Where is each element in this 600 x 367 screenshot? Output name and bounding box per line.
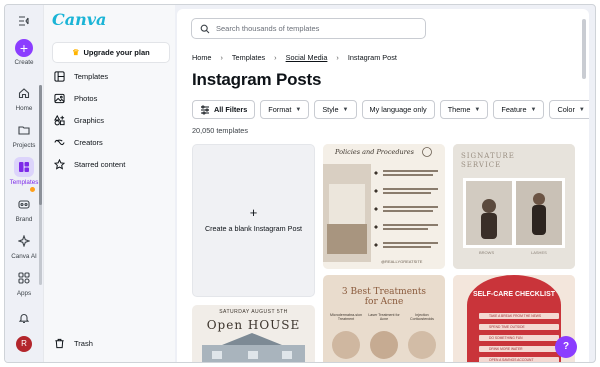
home-icon <box>14 83 34 103</box>
create-blank-card[interactable]: + Create a blank Instagram Post <box>192 144 315 297</box>
template-card-signature-service[interactable]: SIGNATURE SERVICE BROWS LASHES <box>453 144 575 269</box>
chevron-right-icon: › <box>274 53 277 62</box>
crown-icon: ♛ <box>72 48 80 57</box>
plus-icon: + <box>249 205 258 220</box>
rail-apps[interactable]: Apps <box>5 268 43 297</box>
template-thumbnail <box>332 331 436 359</box>
bell-icon <box>14 308 34 328</box>
search-input[interactable]: Search thousands of templates <box>191 18 426 39</box>
breadcrumb-templates[interactable]: Templates <box>232 53 265 62</box>
upgrade-plan-button[interactable]: ♛ Upgrade your plan <box>52 42 170 63</box>
rail-home[interactable]: Home <box>5 83 43 112</box>
rail-canva-ai[interactable]: Canva AI <box>5 231 43 260</box>
rail-templates[interactable]: Templates <box>5 157 43 186</box>
main-scrollbar[interactable] <box>582 19 586 79</box>
search-icon <box>200 24 210 33</box>
photo-icon <box>54 93 65 103</box>
create-button[interactable]: + Create <box>5 39 43 66</box>
theme-filter[interactable]: Theme ▼ <box>439 100 489 119</box>
plus-icon: + <box>15 39 33 57</box>
sidebar-item-creators[interactable]: Creators <box>54 134 170 150</box>
chevron-down-icon: ▼ <box>578 106 585 113</box>
color-filter[interactable]: Color ▼ <box>549 100 589 119</box>
sidebar-item-graphics[interactable]: Graphics <box>54 112 170 128</box>
format-filter[interactable]: Format ▼ <box>260 100 310 119</box>
template-card-open-house[interactable]: SATURDAY AUGUST 5TH Open HOUSE <box>192 305 315 362</box>
template-icon <box>54 70 65 82</box>
account-button[interactable]: R <box>5 336 43 352</box>
chevron-right-icon: › <box>220 53 223 62</box>
chevron-down-icon: ▼ <box>474 106 481 113</box>
rail-scrollbar[interactable] <box>39 85 42 285</box>
star-icon <box>54 158 65 170</box>
canva-logo[interactable]: Canva <box>52 10 106 29</box>
template-card-acne-treatments[interactable]: 3 Best Treatments for Acne Microdermabra… <box>323 275 445 362</box>
sidebar-item-templates[interactable]: Templates <box>54 68 170 84</box>
style-filter[interactable]: Style ▼ <box>314 100 357 119</box>
template-card-policies[interactable]: Policies and Procedures @REALLYGREATSITE <box>323 144 445 269</box>
sidebar-item-starred[interactable]: Starred content <box>54 156 170 172</box>
help-button[interactable]: ? <box>555 336 577 358</box>
page-title: Instagram Posts <box>192 70 322 89</box>
chevron-down-icon: ▼ <box>295 106 302 113</box>
main-panel: Search thousands of templates Home › Tem… <box>177 9 589 362</box>
notifications-button[interactable] <box>5 308 43 328</box>
app-window: + Create Home Projects Templates Brand C… <box>4 4 596 363</box>
chevron-right-icon: › <box>336 53 339 62</box>
template-thumbnail <box>323 144 445 269</box>
rail-brand[interactable]: Brand <box>5 194 43 223</box>
avatar: R <box>16 336 32 352</box>
feature-filter[interactable]: Feature ▼ <box>493 100 545 119</box>
template-count: 20,050 templates <box>192 126 248 135</box>
creator-icon <box>54 139 65 145</box>
all-filters-button[interactable]: All Filters <box>192 100 256 119</box>
apps-icon <box>14 268 34 288</box>
folder-icon <box>14 120 34 140</box>
language-filter[interactable]: My language only <box>361 100 435 119</box>
icon-rail: + Create Home Projects Templates Brand C… <box>5 5 43 362</box>
sidebar-toggle-icon[interactable] <box>18 15 30 27</box>
filter-bar: All Filters Format ▼ Style ▼ My language o… <box>192 100 589 119</box>
breadcrumb-social-media[interactable]: Social Media <box>286 53 328 62</box>
rail-projects[interactable]: Projects <box>5 120 43 149</box>
template-thumbnail <box>202 333 305 362</box>
shapes-icon <box>54 114 65 125</box>
trash-icon <box>55 338 64 348</box>
checklist: TAKE A BREAK FROM THE NEWS SPEND TIME OU… <box>479 313 559 362</box>
breadcrumb: Home › Templates › Social Media › Instag… <box>192 53 397 62</box>
sidebar-item-photos[interactable]: Photos <box>54 90 170 106</box>
notification-dot <box>30 187 35 192</box>
brand-icon <box>14 194 34 214</box>
sidebar-item-trash[interactable]: Trash <box>54 335 170 351</box>
templates-icon <box>14 157 34 177</box>
breadcrumb-home[interactable]: Home <box>192 53 211 62</box>
chevron-down-icon: ▼ <box>530 106 537 113</box>
sparkle-icon <box>14 231 34 251</box>
chevron-down-icon: ▼ <box>342 106 349 113</box>
templates-sidebar: Canva ♛ Upgrade your plan Templates Phot… <box>43 5 175 362</box>
breadcrumb-instagram-post: Instagram Post <box>347 53 397 62</box>
filter-sliders-icon <box>201 105 209 114</box>
